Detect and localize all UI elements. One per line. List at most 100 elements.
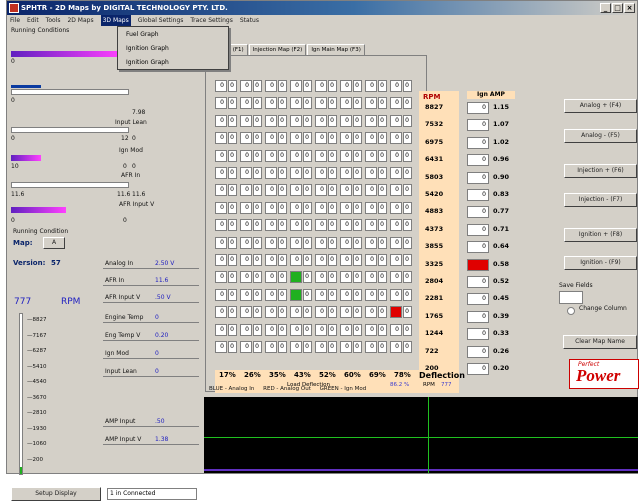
map-cell[interactable]: 0 bbox=[378, 184, 387, 197]
map-cell[interactable]: 0 bbox=[378, 97, 387, 110]
map-cell[interactable]: 0 bbox=[328, 80, 337, 92]
map-cell[interactable]: 0 bbox=[378, 114, 387, 127]
map-cell[interactable]: 0 bbox=[340, 288, 352, 301]
map-cell[interactable]: 0 bbox=[353, 306, 362, 319]
map-cell[interactable]: 0 bbox=[290, 184, 302, 197]
map-cell[interactable]: 0 bbox=[365, 149, 377, 162]
map-cell[interactable]: 0 bbox=[215, 254, 227, 266]
map-cell[interactable]: 0 bbox=[365, 167, 377, 179]
map-cell[interactable]: 0 bbox=[403, 341, 412, 353]
map-cell[interactable]: 0 bbox=[228, 341, 237, 353]
map-cell[interactable]: 0 bbox=[290, 236, 302, 249]
map-cell[interactable]: 0 bbox=[403, 184, 412, 197]
map-cell[interactable]: 0 bbox=[378, 341, 387, 353]
map-cell[interactable]: 0 bbox=[353, 341, 362, 353]
map-cell[interactable]: 0 bbox=[315, 114, 327, 127]
map-cell[interactable]: 0 bbox=[340, 184, 352, 197]
map-cell[interactable]: 0 bbox=[353, 184, 362, 197]
map-cell[interactable]: 0 bbox=[353, 254, 362, 266]
map-cell[interactable]: 0 bbox=[240, 323, 252, 336]
map-cell[interactable]: 0 bbox=[278, 236, 287, 249]
map-cell[interactable]: 0 bbox=[215, 184, 227, 197]
map-cell[interactable]: 0 bbox=[290, 132, 302, 145]
map-cell[interactable]: 0 bbox=[228, 97, 237, 110]
map-cell[interactable]: 0 bbox=[290, 219, 302, 232]
map-cell[interactable] bbox=[390, 306, 402, 319]
map-cell[interactable]: 0 bbox=[340, 149, 352, 162]
map-cell[interactable]: 0 bbox=[265, 288, 277, 301]
map-cell[interactable]: 0 bbox=[290, 80, 302, 92]
map-cell[interactable]: 0 bbox=[265, 184, 277, 197]
map-cell[interactable]: 0 bbox=[340, 97, 352, 110]
map-cell[interactable]: 0 bbox=[365, 236, 377, 249]
map-cell[interactable]: 0 bbox=[253, 184, 262, 197]
map-cell[interactable]: 0 bbox=[340, 323, 352, 336]
map-cell[interactable]: 0 bbox=[303, 149, 312, 162]
map-cell[interactable]: 0 bbox=[278, 167, 287, 179]
map-cell[interactable]: 0 bbox=[315, 219, 327, 232]
map-cell[interactable]: 0 bbox=[290, 97, 302, 110]
map-cell[interactable]: 0 bbox=[340, 80, 352, 92]
map-cell[interactable]: 0 bbox=[328, 341, 337, 353]
map-cell[interactable]: 0 bbox=[403, 323, 412, 336]
map-cell[interactable]: 0 bbox=[365, 184, 377, 197]
ign-cell[interactable]: 0 bbox=[467, 171, 489, 184]
map-cell[interactable]: 0 bbox=[240, 219, 252, 232]
setup-display-button[interactable]: Setup Display bbox=[11, 487, 101, 501]
map-cell[interactable]: 0 bbox=[303, 306, 312, 319]
map-cell[interactable]: 0 bbox=[303, 97, 312, 110]
map-cell[interactable]: 0 bbox=[215, 97, 227, 110]
dropdown-item-ignition-graph-2[interactable]: Ignition Graph bbox=[118, 57, 228, 69]
minimize-icon[interactable]: _ bbox=[600, 3, 611, 13]
map-cell[interactable]: 0 bbox=[228, 271, 237, 284]
map-cell[interactable]: 0 bbox=[303, 167, 312, 179]
map-cell[interactable]: 0 bbox=[240, 167, 252, 179]
map-cell[interactable]: 0 bbox=[290, 167, 302, 179]
save-fields-input[interactable] bbox=[559, 291, 583, 304]
map-cell[interactable]: 0 bbox=[303, 80, 312, 92]
map-cell[interactable]: 0 bbox=[390, 201, 402, 214]
map-cell[interactable]: 0 bbox=[353, 271, 362, 284]
map-cell[interactable]: 0 bbox=[390, 167, 402, 179]
map-cell[interactable]: 0 bbox=[328, 132, 337, 145]
map-cell[interactable]: 0 bbox=[353, 114, 362, 127]
map-cell[interactable]: 0 bbox=[303, 341, 312, 353]
map-cell[interactable]: 0 bbox=[215, 271, 227, 284]
map-cell[interactable]: 0 bbox=[315, 184, 327, 197]
map-cell[interactable]: 0 bbox=[328, 306, 337, 319]
map-cell[interactable]: 0 bbox=[265, 236, 277, 249]
ign-cell[interactable]: 0 bbox=[467, 189, 489, 201]
ign-cell[interactable]: 0 bbox=[467, 363, 489, 375]
map-cell[interactable]: 0 bbox=[390, 254, 402, 266]
clear-map-name-button[interactable]: Clear Map Name bbox=[563, 335, 637, 349]
map-cell[interactable]: 0 bbox=[253, 288, 262, 301]
map-cell[interactable]: 0 bbox=[240, 114, 252, 127]
slider-3[interactable] bbox=[11, 127, 129, 133]
map-cell[interactable]: 0 bbox=[278, 114, 287, 127]
map-cell[interactable]: 0 bbox=[390, 132, 402, 145]
map-cell[interactable]: 0 bbox=[265, 167, 277, 179]
map-cell[interactable]: 0 bbox=[228, 80, 237, 92]
map-cell[interactable]: 0 bbox=[253, 80, 262, 92]
ign-cell[interactable]: 0 bbox=[467, 241, 489, 254]
ign-cell[interactable] bbox=[467, 258, 489, 271]
map-cell[interactable]: 0 bbox=[353, 97, 362, 110]
map-cell[interactable]: 0 bbox=[365, 201, 377, 214]
map-cell[interactable]: 0 bbox=[240, 132, 252, 145]
map-cell[interactable]: 0 bbox=[228, 236, 237, 249]
map-cell[interactable]: 0 bbox=[215, 219, 227, 232]
map-cell[interactable]: 0 bbox=[353, 219, 362, 232]
map-cell[interactable]: 0 bbox=[228, 201, 237, 214]
map-cell[interactable]: 0 bbox=[265, 114, 277, 127]
map-cell[interactable]: 0 bbox=[253, 149, 262, 162]
map-cell[interactable]: 0 bbox=[215, 201, 227, 214]
map-cell[interactable]: 0 bbox=[253, 167, 262, 179]
map-cell[interactable]: 0 bbox=[303, 271, 312, 284]
map-cell[interactable]: 0 bbox=[303, 254, 312, 266]
change-column-radio[interactable] bbox=[567, 307, 575, 315]
map-cell[interactable]: 0 bbox=[290, 323, 302, 336]
map-cell[interactable]: 0 bbox=[303, 236, 312, 249]
map-cell[interactable]: 0 bbox=[378, 236, 387, 249]
map-cell[interactable]: 0 bbox=[290, 149, 302, 162]
map-cell[interactable]: 0 bbox=[353, 288, 362, 301]
